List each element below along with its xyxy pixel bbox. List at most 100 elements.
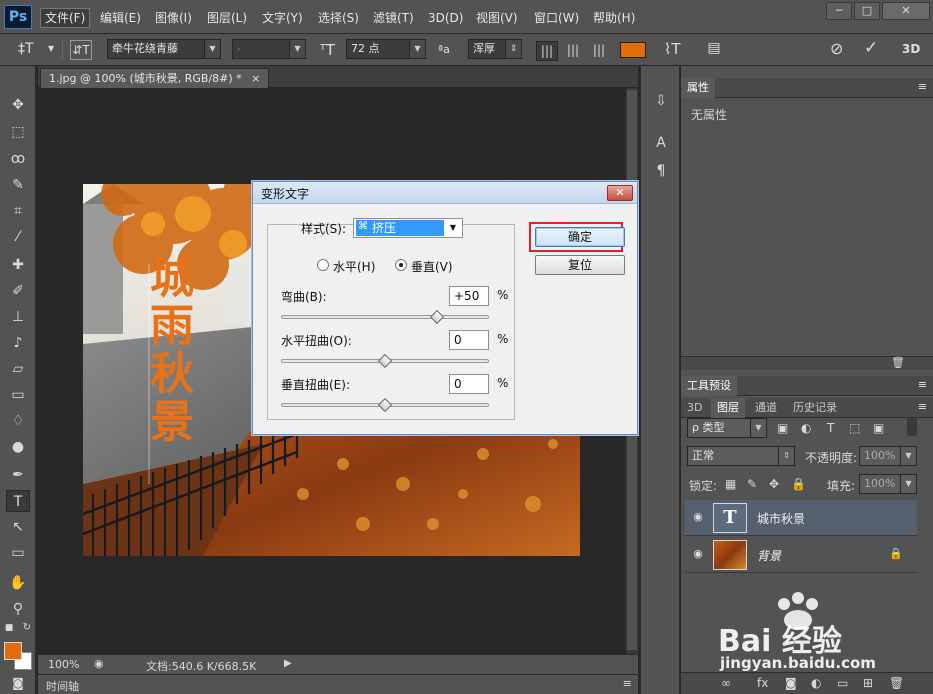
trash-icon[interactable]: 🗑 <box>891 356 905 369</box>
reset-button[interactable]: 复位 <box>535 255 625 275</box>
eye-icon[interactable]: ◉ <box>691 547 705 561</box>
pen-tool-icon[interactable]: ✒ <box>6 464 30 486</box>
style-select[interactable]: 挤压 ⌘ ▼ <box>353 218 463 238</box>
panel-menu-icon[interactable]: ≡ <box>623 677 632 690</box>
menu-file[interactable]: 文件(F) <box>40 8 91 28</box>
eyedropper-tool-icon[interactable]: ⁄ <box>6 226 30 248</box>
eraser-tool-icon[interactable]: ▱ <box>6 358 30 380</box>
default-colors-icon[interactable]: ■ <box>2 622 16 634</box>
properties-tab[interactable]: 属性 <box>681 78 715 98</box>
move-tool-icon[interactable]: ✥ <box>6 94 30 116</box>
type-tool-icon[interactable]: T <box>6 490 30 512</box>
panel-menu-icon[interactable]: ≡ <box>918 400 927 413</box>
menu-view[interactable]: 视图(V) <box>472 8 522 28</box>
filter-smart-icon[interactable]: ▣ <box>873 421 884 435</box>
status-info-icon[interactable]: ◉ <box>94 657 104 670</box>
3d-icon[interactable]: 3D <box>902 42 920 56</box>
maximize-button[interactable]: □ <box>854 2 880 20</box>
tab-3d[interactable]: 3D <box>681 398 708 418</box>
paragraph-icon[interactable]: ¶ <box>649 160 673 182</box>
lock-pixels-icon[interactable]: ✎ <box>747 477 757 491</box>
character-icon[interactable]: A <box>649 132 673 154</box>
filter-shape-icon[interactable]: ⬚ <box>849 421 860 435</box>
play-arrow-icon[interactable]: ▶ <box>284 658 292 669</box>
vertical-distortion-input[interactable]: 0 <box>449 374 489 394</box>
menu-layer[interactable]: 图层(L) <box>203 8 251 28</box>
close-tab-icon[interactable]: × <box>251 72 260 85</box>
vertical-radio[interactable] <box>395 259 407 271</box>
foreground-color-swatch[interactable] <box>4 642 22 660</box>
opacity-input[interactable]: 100% ▼ <box>859 446 917 466</box>
brush-tool-icon[interactable]: ✐ <box>6 280 30 302</box>
bend-slider[interactable] <box>281 315 489 319</box>
tab-layers[interactable]: 图层 <box>711 398 745 418</box>
menu-edit[interactable]: 编辑(E) <box>96 8 145 28</box>
horizontal-distortion-input[interactable]: 0 <box>449 330 489 350</box>
healing-brush-tool-icon[interactable]: ✚ <box>6 254 30 276</box>
tab-history[interactable]: 历史记录 <box>787 398 843 418</box>
cancel-icon[interactable]: ⊘ <box>830 39 843 58</box>
zoom-tool-icon[interactable]: ⚲ <box>6 598 30 620</box>
history-brush-tool-icon[interactable]: ♪ <box>6 332 30 354</box>
swap-colors-icon[interactable]: ↻ <box>20 622 34 634</box>
zoom-level[interactable]: 100% <box>48 658 79 671</box>
quick-select-tool-icon[interactable]: ✎ <box>6 174 30 196</box>
clone-stamp-tool-icon[interactable]: ⊥ <box>6 306 30 328</box>
dialog-close-button[interactable]: ✕ <box>607 185 633 201</box>
menu-image[interactable]: 图像(I) <box>151 8 196 28</box>
filter-type-icon[interactable]: T <box>827 421 834 435</box>
menu-filter[interactable]: 滤镜(T) <box>369 8 418 28</box>
rectangle-tool-icon[interactable]: ▭ <box>6 542 30 564</box>
panel-menu-icon[interactable]: ≡ <box>918 80 927 93</box>
lasso-tool-icon[interactable]: ꝏ <box>6 148 30 170</box>
menu-help[interactable]: 帮助(H) <box>589 8 639 28</box>
path-select-tool-icon[interactable]: ↖ <box>6 516 30 538</box>
ok-button[interactable]: 确定 <box>535 227 625 247</box>
align-right-icon[interactable]: ||| <box>588 41 610 61</box>
tool-presets-tab[interactable]: 工具预设 <box>681 376 737 396</box>
crop-tool-icon[interactable]: ⌗ <box>6 200 30 222</box>
layer-filter-select[interactable]: ρ 类型 ▼ <box>687 418 767 438</box>
type-tool-preset-icon[interactable]: ‡T <box>18 41 34 57</box>
marquee-tool-icon[interactable]: ⬚ <box>6 121 30 143</box>
lock-all-icon[interactable]: 🔒 <box>791 477 806 491</box>
bend-input[interactable]: +50 <box>449 286 489 306</box>
panel-menu-icon[interactable]: ≡ <box>918 378 927 391</box>
document-tab[interactable]: 1.jpg @ 100% (城市秋景, RGB/8#) * × <box>40 68 270 88</box>
gradient-tool-icon[interactable]: ▭ <box>6 384 30 406</box>
commit-check-icon[interactable]: ✓ <box>864 38 878 58</box>
tab-channels[interactable]: 通道 <box>749 398 783 418</box>
filter-toggle[interactable] <box>907 418 917 436</box>
warp-text-icon[interactable]: ⌇T <box>664 40 681 58</box>
quick-mask-icon[interactable]: ◙ <box>6 672 30 694</box>
layer-row[interactable]: ◉ 背景 🔒 <box>685 537 917 573</box>
font-family-select[interactable]: 牵牛花绕青藤 ▼ <box>107 39 221 59</box>
blend-mode-select[interactable]: 正常 ⇕ <box>687 446 795 466</box>
eye-icon[interactable]: ◉ <box>691 510 705 524</box>
filter-pixel-icon[interactable]: ▣ <box>777 421 788 435</box>
fill-input[interactable]: 100% ▼ <box>859 474 917 494</box>
horizontal-radio[interactable] <box>317 259 329 271</box>
antialias-select[interactable]: 浑厚 ⇕ <box>468 39 522 59</box>
lock-transparency-icon[interactable]: ▦ <box>725 477 736 491</box>
dodge-tool-icon[interactable]: ● <box>6 436 30 458</box>
character-panel-icon[interactable]: ▤ <box>704 40 724 60</box>
timeline-tab[interactable]: 时间轴 <box>46 678 79 694</box>
font-style-select[interactable]: - ▼ <box>232 39 306 59</box>
lock-position-icon[interactable]: ✥ <box>769 477 779 491</box>
align-center-icon[interactable]: ||| <box>562 41 584 61</box>
minimize-button[interactable]: ─ <box>826 2 852 20</box>
menu-type[interactable]: 文字(Y) <box>258 8 307 28</box>
hand-tool-icon[interactable]: ✋ <box>6 572 30 594</box>
align-left-icon[interactable]: ||| <box>536 41 558 61</box>
text-orientation-icon[interactable]: ⇵T <box>70 40 92 60</box>
text-color-swatch[interactable] <box>620 42 646 58</box>
layer-row[interactable]: ◉ T 城市秋景 <box>685 500 917 536</box>
menu-3d[interactable]: 3D(D) <box>424 8 467 28</box>
font-size-select[interactable]: 72 点 ▼ <box>346 39 426 59</box>
close-window-button[interactable]: ✕ <box>882 2 930 20</box>
adjust-layers-icon[interactable]: ⇩ <box>649 90 673 112</box>
chevron-down-icon[interactable]: ▼ <box>48 44 54 53</box>
filter-adjust-icon[interactable]: ◐ <box>801 421 811 435</box>
menu-select[interactable]: 选择(S) <box>314 8 363 28</box>
